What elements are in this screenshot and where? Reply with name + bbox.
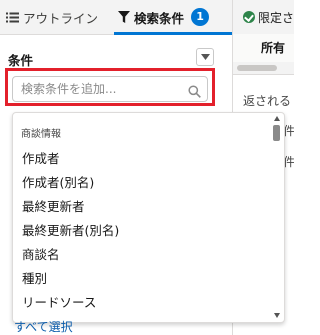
select-all-link[interactable]: すべて選択 [14, 318, 73, 335]
dropdown-scrollbar[interactable] [271, 113, 283, 322]
tab-outline-label: アウトライン [23, 10, 99, 26]
dropdown-option[interactable]: 最終更新者 [22, 196, 85, 215]
tab-bar: アウトライン 検索条件 1 [0, 0, 232, 35]
limit-notice: 限定さ [233, 0, 294, 35]
field-dropdown: 商談情報 作成者 作成者(別名) 最終更新者 最終更新者(別名) 商談名 種別 … [12, 112, 285, 323]
filter-count-badge: 1 [191, 8, 210, 26]
dropdown-option[interactable]: 最終更新者(別名) [22, 220, 119, 239]
results-text: 返される [243, 94, 292, 108]
chevron-down-icon [200, 54, 210, 60]
conditions-label: 条件 [8, 53, 34, 68]
search-field[interactable] [12, 76, 208, 102]
dropdown-option[interactable]: 種別 [22, 268, 47, 287]
tab-outline[interactable]: アウトライン [6, 0, 98, 34]
dropdown-option[interactable]: 商談名 [22, 244, 60, 263]
funnel-icon [118, 11, 130, 23]
tab-filters[interactable]: 検索条件 1 [114, 0, 232, 35]
dropdown-option[interactable]: 作成者 [22, 148, 60, 167]
scrollbar-thumb[interactable] [273, 125, 280, 141]
filter-search-input[interactable] [21, 82, 181, 96]
scroll-up-arrow-icon[interactable] [274, 116, 280, 121]
scroll-down-arrow-icon[interactable] [274, 313, 280, 318]
search-icon [188, 83, 201, 102]
column-header-owner[interactable]: 所有 [233, 34, 294, 63]
tab-filters-label: 検索条件 [134, 10, 185, 26]
horizontal-scrollbar[interactable] [233, 62, 294, 75]
list-icon [6, 12, 19, 23]
check-circle-icon [243, 11, 255, 23]
dropdown-group-label: 商談情報 [21, 129, 61, 140]
limit-notice-text: 限定さ [257, 10, 294, 25]
conditions-menu-button[interactable] [196, 48, 214, 66]
scrollbar-thumb[interactable] [237, 65, 277, 71]
dropdown-option[interactable]: リードソース [22, 292, 96, 311]
dropdown-option[interactable]: 作成者(別名) [22, 172, 94, 191]
